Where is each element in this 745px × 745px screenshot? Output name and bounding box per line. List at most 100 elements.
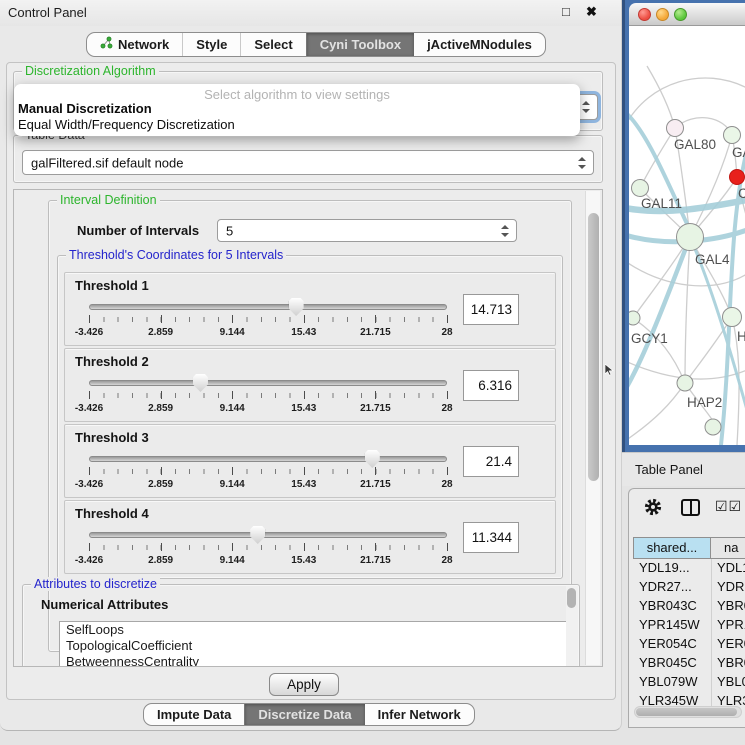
tick-label: -3.426	[75, 555, 103, 566]
tick-label: 2.859	[148, 403, 173, 414]
node-red-selected	[730, 170, 745, 185]
major-tick	[89, 467, 90, 475]
attribute-list-item[interactable]: SelfLoops	[60, 622, 570, 638]
tab-select[interactable]: Select	[240, 33, 305, 56]
popup-option-equal-width-frequency[interactable]: Equal Width/Frequency Discretization	[18, 117, 235, 132]
zoom-traffic-light[interactable]	[674, 8, 687, 21]
major-tick	[375, 543, 376, 551]
cell-shared-name[interactable]: YPR145W	[639, 617, 700, 632]
tick-label: 28	[441, 327, 452, 338]
cell-shared-name[interactable]: YDL19...	[639, 560, 690, 575]
threshold-list: Threshold 1 -3.4262.8599.14415.4321.7152…	[64, 272, 556, 574]
threshold-slider[interactable]: -3.4262.8599.14415.4321.71528	[89, 297, 447, 343]
minimize-traffic-light[interactable]	[656, 8, 669, 21]
close-window-icon[interactable]: ✖	[586, 4, 597, 20]
threshold-slider[interactable]: -3.4262.8599.14415.4321.71528	[89, 525, 447, 571]
table-data-combobox[interactable]: galFiltered.sif default node	[22, 150, 594, 175]
cyni-mode-tabbar: Impute Data Discretize Data Infer Networ…	[143, 703, 475, 726]
attribute-list-item[interactable]: TopologicalCoefficient	[60, 638, 570, 654]
slider-thumb[interactable]	[289, 298, 304, 316]
column-header-name[interactable]: na	[710, 537, 745, 559]
cell-name[interactable]: YDL1	[717, 560, 745, 575]
float-window-icon[interactable]: □	[562, 4, 570, 19]
tab-cyni-toolbox[interactable]: Cyni Toolbox	[306, 33, 414, 56]
combo-arrows-icon	[581, 101, 590, 113]
attribute-list-item[interactable]: BetweennessCentrality	[60, 654, 570, 667]
slider-thumb[interactable]	[250, 526, 265, 544]
cell-name[interactable]: YPR1	[717, 617, 745, 632]
threshold-panel: Threshold 3 -3.4262.8599.14415.4321.7152…	[64, 424, 556, 498]
major-tick	[161, 391, 162, 399]
tick-label: 9.144	[220, 479, 245, 490]
slider-thumb[interactable]	[193, 374, 208, 392]
network-canvas[interactable]: GAL80 GA GAL11 C GAL4 GCY1 H HAP2	[629, 26, 745, 445]
threshold-value-input[interactable]	[463, 370, 519, 401]
cell-name[interactable]: YDR2	[717, 579, 745, 594]
column-checkbox-icons[interactable]: ☑☑	[715, 498, 742, 515]
popup-option-manual-discretization[interactable]: Manual Discretization	[18, 101, 152, 116]
control-panel-titlebar: Control Panel □ ✖	[0, 0, 621, 26]
cell-name[interactable]: YER0	[717, 636, 745, 651]
attributes-list-scrollbar[interactable]	[566, 586, 578, 667]
cell-shared-name[interactable]: YER054C	[639, 636, 697, 651]
settings-scrollbar-thumb[interactable]	[588, 213, 599, 481]
tick-label: 15.43	[291, 479, 316, 490]
table-row[interactable]: YPR145W YPR1	[633, 616, 745, 635]
threshold-panel: Threshold 2 -3.4262.8599.14415.4321.7152…	[64, 348, 556, 422]
table-row[interactable]: YER054C YER0	[633, 635, 745, 654]
node-label-gal80: GAL80	[674, 137, 716, 152]
settings-scrollbar-track[interactable]	[585, 191, 600, 665]
tab-style[interactable]: Style	[182, 33, 240, 56]
table-row[interactable]: YBR043C YBR0	[633, 597, 745, 616]
network-window-titlebar[interactable]	[629, 3, 745, 26]
threshold-value-input[interactable]	[463, 446, 519, 477]
node-table-panel: ☑☑ shared... na YDL19... YDL1 YDR27... Y…	[628, 488, 745, 728]
major-tick	[447, 467, 448, 475]
cell-shared-name[interactable]: YBR045C	[639, 655, 697, 670]
slider-thumb[interactable]	[365, 450, 380, 468]
table-row[interactable]: YBL079W YBL0	[633, 673, 745, 692]
tab-discretize-data[interactable]: Discretize Data	[244, 704, 364, 725]
numerical-attributes-list: SelfLoopsTopologicalCoefficientBetweenne…	[59, 621, 571, 667]
column-header-shared-name[interactable]: shared...	[633, 537, 711, 559]
tab-jactivemnodules[interactable]: jActiveMNodules	[414, 33, 545, 56]
node-label-partial-ga: GA	[732, 145, 745, 160]
cell-shared-name[interactable]: YBR043C	[639, 598, 697, 613]
tick-label: 28	[441, 479, 452, 490]
tab-network-label: Network	[118, 33, 169, 56]
tab-impute-data-label: Impute Data	[157, 704, 231, 725]
node-gal11	[632, 180, 649, 197]
number-of-intervals-combobox[interactable]: 5	[217, 219, 517, 242]
major-tick	[447, 391, 448, 399]
threshold-label: Threshold 1	[75, 278, 149, 293]
split-columns-icon[interactable]	[681, 499, 700, 516]
tab-infer-network[interactable]: Infer Network	[365, 704, 474, 725]
threshold-value-input[interactable]	[463, 294, 519, 325]
tick-label: 15.43	[291, 327, 316, 338]
apply-button[interactable]: Apply	[269, 673, 339, 696]
table-data-group: Table Data galFiltered.sif default node	[13, 135, 603, 183]
cell-shared-name[interactable]: YDR27...	[639, 579, 692, 594]
major-tick	[447, 543, 448, 551]
close-traffic-light[interactable]	[638, 8, 651, 21]
major-tick	[232, 543, 233, 551]
major-tick	[304, 543, 305, 551]
cell-name[interactable]: YBR0	[717, 655, 745, 670]
cell-name[interactable]: YBL0	[717, 674, 745, 689]
threshold-slider[interactable]: -3.4262.8599.14415.4321.71528	[89, 449, 447, 495]
tab-network[interactable]: Network	[87, 33, 182, 56]
number-of-intervals-label: Number of Intervals	[77, 223, 199, 238]
threshold-value-input[interactable]	[463, 522, 519, 553]
major-tick	[232, 467, 233, 475]
cell-shared-name[interactable]: YBL079W	[639, 674, 698, 689]
table-row[interactable]: YDR27... YDR2	[633, 578, 745, 597]
table-row[interactable]: YBR045C YBR0	[633, 654, 745, 673]
tick-label: 28	[441, 403, 452, 414]
cell-name[interactable]: YBR0	[717, 598, 745, 613]
table-row[interactable]: YDL19... YDL1	[633, 559, 745, 578]
table-settings-gear-icon[interactable]	[643, 497, 663, 522]
tab-impute-data[interactable]: Impute Data	[144, 704, 244, 725]
threshold-slider[interactable]: -3.4262.8599.14415.4321.71528	[89, 373, 447, 419]
major-tick	[161, 543, 162, 551]
table-horizontal-scrollbar[interactable]	[634, 706, 742, 718]
